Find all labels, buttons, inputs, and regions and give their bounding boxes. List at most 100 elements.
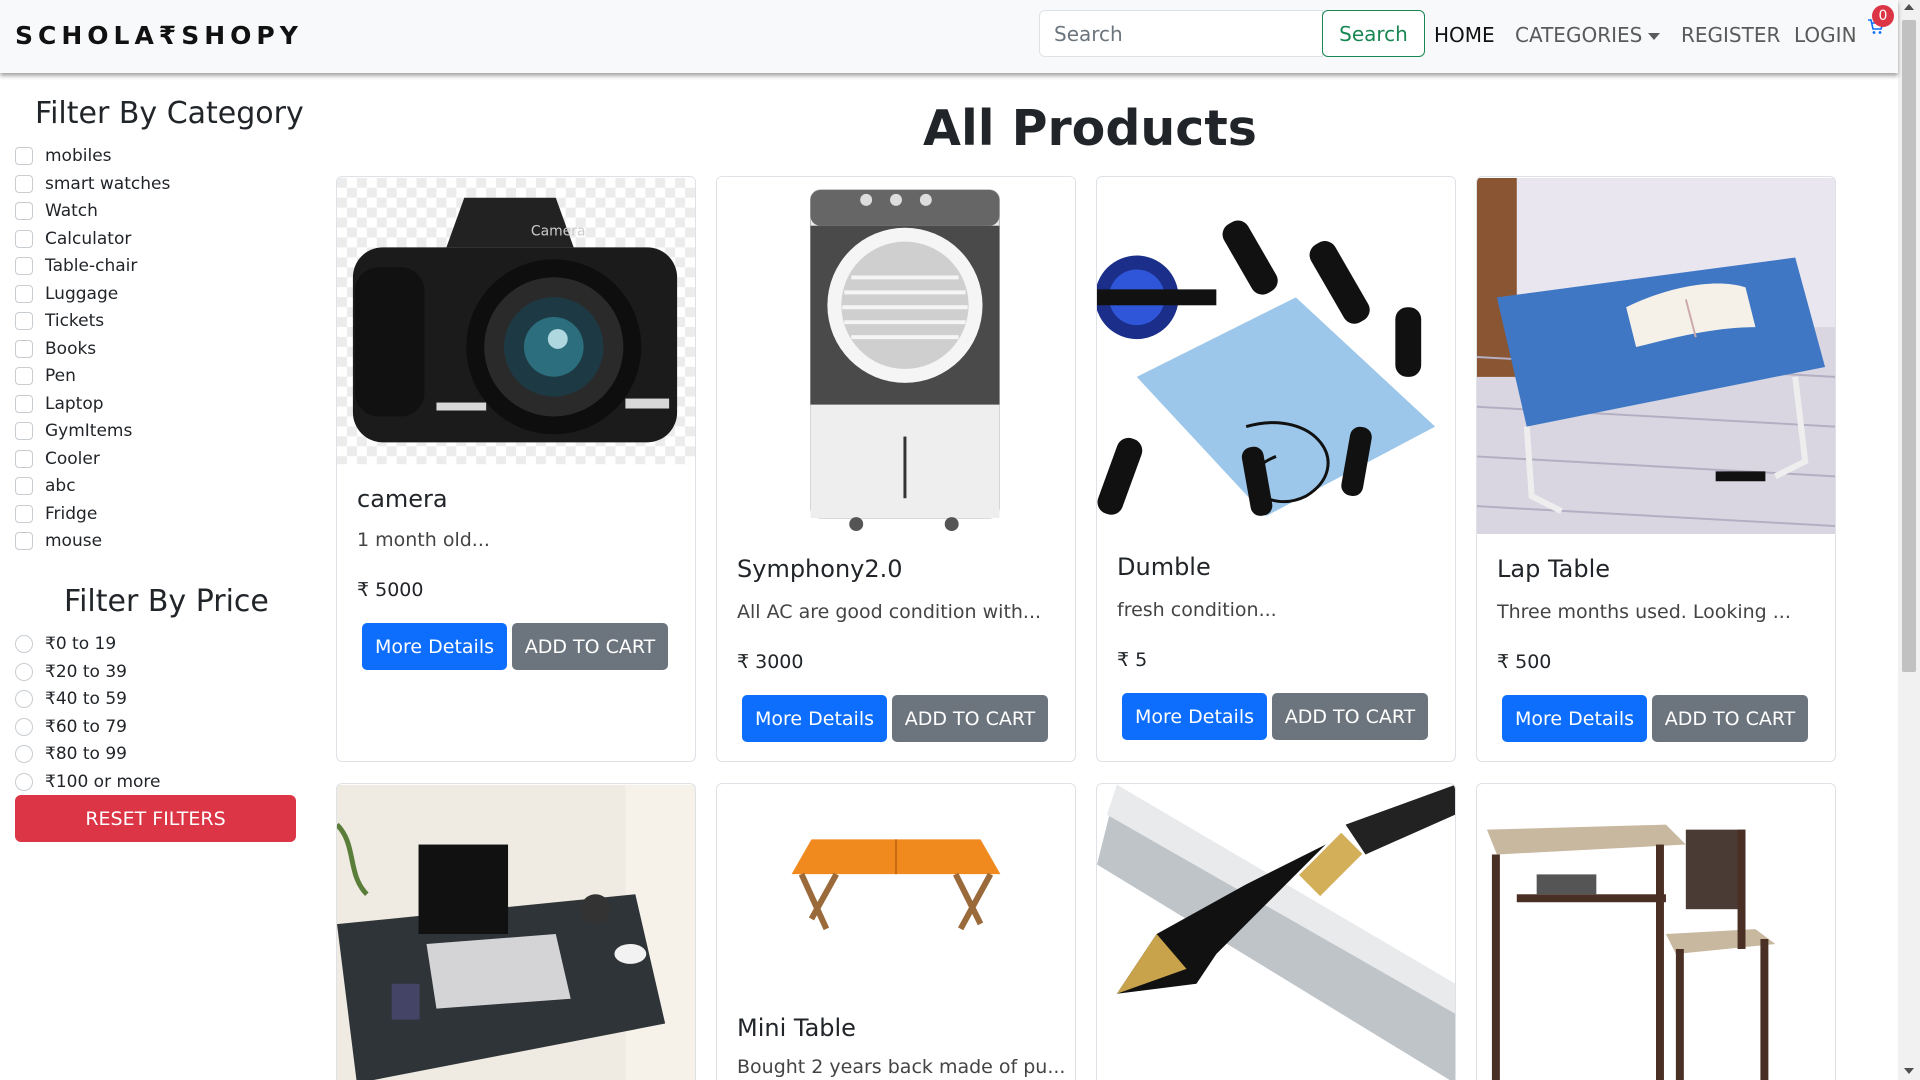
product-card: Lap Table Three months used. Looking ...… [1476,176,1836,762]
product-price: ₹ 500 [1497,651,1552,673]
category-filter-item[interactable]: Calculator [15,227,131,251]
category-filter-item[interactable]: abc [15,474,76,498]
category-filter-item[interactable]: Luggage [15,282,118,306]
product-card [336,783,696,1080]
price-filter-heading: Filter By Price [64,584,269,619]
scroll-up-arrow-icon[interactable] [1904,4,1914,10]
price-radio[interactable] [15,717,33,736]
product-card [1096,783,1456,1080]
category-checkbox[interactable] [15,477,33,495]
price-label: ₹100 or more [45,772,161,792]
product-description: Bought 2 years back made of pu... [737,1056,1066,1078]
laptop-desk-image[interactable] [337,784,695,1080]
category-label: Cooler [45,448,100,469]
category-checkbox[interactable] [15,339,33,358]
camera-image[interactable]: Camera [337,177,695,465]
brand-logo[interactable]: SCHOLA₹SHOPY [15,21,303,50]
add-to-cart-button[interactable]: ADD TO CART [892,695,1048,742]
lap-table-image[interactable] [1477,177,1835,535]
caret-down-icon [1648,33,1661,40]
category-checkbox[interactable] [15,229,33,248]
nav-register-link[interactable]: REGISTER [1681,23,1780,47]
price-radio[interactable] [15,662,33,681]
price-radio[interactable] [15,635,33,653]
more-details-button[interactable]: More Details [1122,693,1267,740]
search-input[interactable] [1039,10,1323,57]
category-checkbox[interactable] [15,532,33,550]
category-checkbox[interactable] [15,312,33,330]
product-price: ₹ 5 [1117,649,1148,671]
category-checkbox[interactable] [15,394,33,413]
category-checkbox[interactable] [15,257,33,275]
price-filter-item[interactable]: ₹20 to 39 [15,660,127,684]
price-radio[interactable] [15,745,33,764]
scroll-down-arrow-icon[interactable] [1904,1068,1914,1074]
category-filter-item[interactable]: Fridge [15,502,97,526]
reset-filters-button[interactable]: RESET FILTERS [15,795,296,842]
product-description: Three months used. Looking ... [1497,601,1791,623]
cart-count-badge: 0 [1872,5,1894,27]
air-cooler-image[interactable] [717,177,1075,537]
category-checkbox[interactable] [15,367,33,385]
category-label: GymItems [45,421,133,441]
category-label: Fridge [45,503,98,524]
nav-categories-label: CATEGORIES [1515,23,1643,47]
nav-home-link[interactable]: HOME [1434,23,1495,47]
category-checkbox[interactable] [15,422,33,440]
category-filter-item[interactable]: GymItems [15,419,132,443]
mini-table-image[interactable] [717,784,1075,1024]
more-details-button[interactable]: More Details [362,623,507,670]
product-description: fresh condition... [1117,599,1277,621]
category-label: Tickets [45,311,105,331]
category-filter-item[interactable]: Tickets [15,309,104,333]
category-label: Watch [45,201,98,221]
category-checkbox[interactable] [15,174,33,193]
price-filter-item[interactable]: ₹100 or more [15,770,161,794]
category-label: Luggage [45,283,119,304]
category-label: abc [45,476,76,496]
product-card: Mini Table Bought 2 years back made of p… [716,783,1076,1080]
product-title: Lap Table [1497,555,1611,583]
category-label: mouse [45,531,103,551]
price-radio[interactable] [15,690,33,709]
category-label: smart watches [45,173,171,194]
product-title: Symphony2.0 [737,555,903,583]
category-checkbox[interactable] [15,504,33,523]
category-checkbox[interactable] [15,449,33,468]
category-filter-item[interactable]: Cooler [15,447,100,471]
category-filter-item[interactable]: Pen [15,364,76,388]
price-radio[interactable] [15,773,33,791]
category-filter-item[interactable]: Laptop [15,392,104,416]
add-to-cart-button[interactable]: ADD TO CART [1652,695,1808,742]
category-label: Books [45,338,97,359]
category-checkbox[interactable] [15,284,33,303]
category-filter-item[interactable]: mouse [15,529,102,553]
more-details-button[interactable]: More Details [1502,695,1647,742]
category-filter-item[interactable]: Books [15,337,96,361]
more-details-button[interactable]: More Details [742,695,887,742]
add-to-cart-button[interactable]: ADD TO CART [512,623,668,670]
price-label: ₹20 to 39 [45,661,127,682]
price-filter-item[interactable]: ₹40 to 59 [15,687,127,711]
fountain-pen-image[interactable] [1097,784,1455,1080]
price-label: ₹0 to 19 [45,634,117,654]
category-filter-item[interactable]: Watch [15,199,98,223]
nav-login-link[interactable]: LOGIN [1794,23,1857,47]
add-to-cart-button[interactable]: ADD TO CART [1272,693,1428,740]
category-label: Pen [45,366,76,386]
gym-kit-image[interactable] [1097,177,1455,535]
category-filter-item[interactable]: Table-chair [15,254,137,278]
page-scrollbar[interactable] [1898,0,1920,1080]
nav-categories-dropdown[interactable]: CATEGORIES [1515,23,1661,47]
category-filter-item[interactable]: smart watches [15,172,170,196]
table-chair-image[interactable] [1477,784,1835,1080]
product-card: Dumble fresh condition... ₹ 5 More Detai… [1096,176,1456,762]
search-button[interactable]: Search [1322,10,1425,57]
product-card [1476,783,1836,1080]
price-filter-item[interactable]: ₹0 to 19 [15,632,116,656]
category-checkbox[interactable] [15,202,33,220]
category-label: Laptop [45,393,104,414]
price-filter-item[interactable]: ₹60 to 79 [15,715,127,739]
price-filter-item[interactable]: ₹80 to 99 [15,742,127,766]
product-card: Symphony2.0 All AC are good condition wi… [716,176,1076,762]
